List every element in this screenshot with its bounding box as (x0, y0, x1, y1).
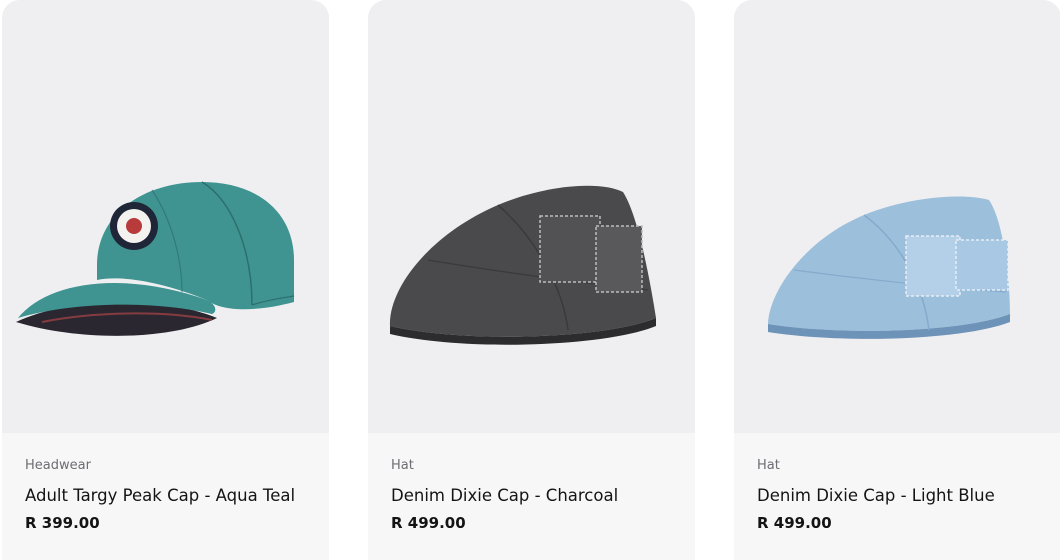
light-blue-flat-cap-icon (768, 196, 1010, 339)
product-info: Hat Denim Dixie Cap - Charcoal R 499.00 (391, 458, 675, 533)
product-category: Hat (391, 458, 414, 473)
product-image[interactable] (2, 0, 329, 433)
product-title[interactable]: Denim Dixie Cap - Charcoal (391, 482, 675, 509)
product-category: Headwear (25, 458, 91, 473)
product-price: R 499.00 (391, 514, 466, 532)
product-price: R 499.00 (757, 514, 832, 532)
product-info: Hat Denim Dixie Cap - Light Blue R 499.0… (757, 458, 1041, 533)
product-image[interactable] (734, 0, 1060, 433)
product-card[interactable]: Headwear Adult Targy Peak Cap - Aqua Tea… (2, 0, 329, 560)
product-title[interactable]: Adult Targy Peak Cap - Aqua Teal (25, 482, 309, 509)
charcoal-flat-cap-icon (389, 185, 656, 345)
product-grid: Headwear Adult Targy Peak Cap - Aqua Tea… (0, 0, 1060, 560)
product-image[interactable] (368, 0, 695, 433)
product-card[interactable]: Hat Denim Dixie Cap - Charcoal R 499.00 (368, 0, 695, 560)
product-info: Headwear Adult Targy Peak Cap - Aqua Tea… (25, 458, 309, 533)
product-title[interactable]: Denim Dixie Cap - Light Blue (757, 482, 1041, 509)
product-card[interactable]: Hat Denim Dixie Cap - Light Blue R 499.0… (734, 0, 1060, 560)
aqua-teal-cap-icon (16, 181, 295, 336)
product-price: R 399.00 (25, 514, 100, 532)
product-category: Hat (757, 458, 780, 473)
